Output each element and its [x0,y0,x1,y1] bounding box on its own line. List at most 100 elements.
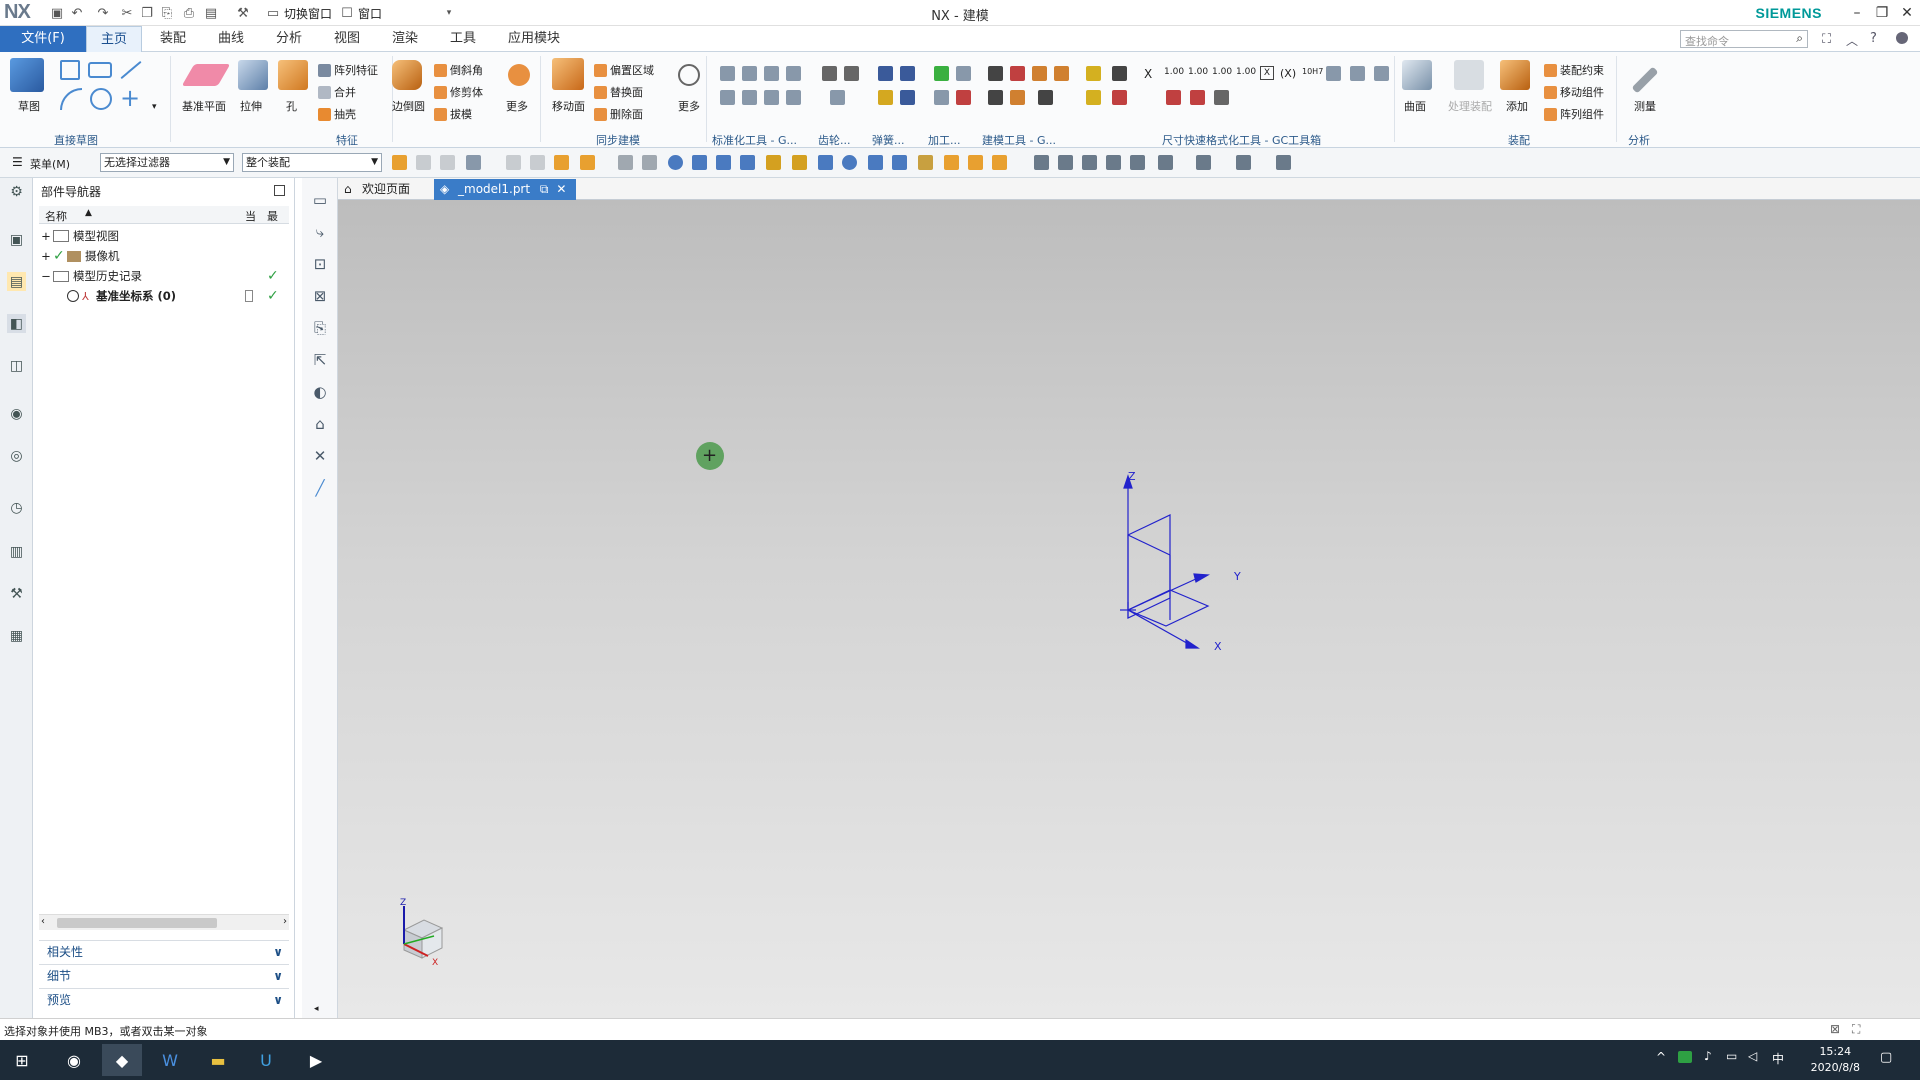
snap-icon-5[interactable] [766,155,781,170]
surface-icon[interactable] [1402,60,1432,90]
hole-button[interactable]: 孔 [286,98,297,114]
unite-button[interactable]: 合并 [318,84,356,100]
modeling-tool-icon-2[interactable] [1010,66,1025,81]
customize-dropdown-icon[interactable]: ▾ [440,4,458,22]
modeling-tool-icon-6[interactable] [1010,90,1025,105]
gear-tool-icon-2[interactable] [844,66,859,81]
modeling-tool-icon-1[interactable] [988,66,1003,81]
sketch-more-icon[interactable]: ▾ [152,102,157,112]
scroll-right-icon[interactable]: › [283,916,287,927]
taskbar-app-wps-icon[interactable]: W [150,1044,190,1076]
select-icon-8[interactable] [580,155,595,170]
section-dependencies[interactable]: 相关性 ∨ [39,940,289,962]
expand-icon[interactable]: + [39,249,53,263]
taskbar-app-nx-icon[interactable]: ◆ [102,1044,142,1076]
dim-tool-icon-1[interactable] [1086,66,1101,81]
point-icon[interactable]: + [120,84,140,112]
gc-tool-icon-5[interactable] [720,90,735,105]
tab-model-part[interactable]: ◈ _model1.prt ⧉ ✕ [434,179,577,200]
dim-paren-x-button[interactable]: (X) [1280,67,1296,80]
add-component-button[interactable]: 添加 [1506,98,1528,114]
sketch-icon[interactable] [10,58,44,92]
dim-tool-icon-6[interactable] [1350,66,1365,81]
select-icon-10[interactable] [642,155,657,170]
dim-tool-icon-3[interactable] [1112,66,1127,81]
assembly-constraints-button[interactable]: 装配约束 [1544,62,1604,78]
expand-icon[interactable]: + [39,229,53,243]
chamfer-button[interactable]: 倒斜角 [434,62,483,78]
dim-box-x-icon[interactable]: X [1260,66,1274,80]
spring-tool-icon-1[interactable] [878,66,893,81]
tab-home[interactable]: 主页 [86,26,142,52]
tab-welcome-page[interactable]: ⌂ 欢迎页面 [338,179,420,200]
taskbar-app-recorder-icon[interactable]: ▶ [296,1044,336,1076]
machining-tool-icon-1[interactable] [934,66,949,81]
hole-icon[interactable] [278,60,308,90]
profile-icon[interactable] [60,60,80,80]
gc-tool-icon-6[interactable] [742,90,757,105]
draft-button[interactable]: 拔模 [434,106,472,122]
tab-applications[interactable]: 应用模块 [494,26,574,52]
dim-x-button[interactable]: X [1144,67,1152,81]
taskbar-app-video-icon[interactable]: ◉ [54,1044,94,1076]
snap-icon-9[interactable] [868,155,883,170]
selection-status-icon[interactable]: ⊠ [1830,1022,1840,1036]
dim-tool-icon-7[interactable] [1374,66,1389,81]
tray-volume-icon[interactable]: ◁ [1748,1049,1757,1063]
tray-mic-icon[interactable]: ♪ [1704,1049,1712,1063]
pattern-component-button[interactable]: 阵列组件 [1544,106,1604,122]
gc-tool-icon-1[interactable] [720,66,735,81]
window-layout-icon[interactable]: ▭ [310,190,330,210]
tab-tools[interactable]: 工具 [436,26,490,52]
column-current-header[interactable]: 当 [245,208,256,224]
maximize-panel-icon[interactable] [274,185,285,196]
add-component-icon[interactable] [1500,60,1530,90]
popout-icon[interactable]: ⧉ [540,182,549,196]
surface-button[interactable]: 曲面 [1404,98,1426,114]
select-icon-7[interactable] [554,155,569,170]
repeat-command-icon[interactable]: ⎙ [180,4,198,22]
save-icon[interactable]: ▣ [48,4,66,22]
tray-ime-indicator[interactable]: 中 [1772,1050,1784,1067]
select-icon-3[interactable] [440,155,455,170]
snap-icon-6[interactable] [792,155,807,170]
menu-icon[interactable]: ☰ [12,155,23,169]
view-icon-3[interactable] [1082,155,1097,170]
snap-icon-10[interactable] [892,155,907,170]
taskbar-app-explorer-icon[interactable]: ▬ [198,1044,238,1076]
dim-tool-icon-8[interactable] [1166,90,1181,105]
spring-tool-icon-2[interactable] [900,66,915,81]
taskbar-clock[interactable]: 15:24 2020/8/8 [1811,1044,1860,1076]
rectangle-icon[interactable] [88,62,112,78]
snap-icon-4[interactable] [740,155,755,170]
tree-node-model-views[interactable]: + 模型视图 [39,226,289,246]
switch-window-button[interactable]: 切换窗口 [284,5,332,22]
line-icon[interactable] [120,60,142,80]
snap-icon-2[interactable] [692,155,707,170]
sketch-view-icon[interactable]: ⤷ [310,222,330,242]
gc-tool-icon-8[interactable] [786,90,801,105]
minimize-icon[interactable]: – [1846,2,1868,24]
select-icon-4[interactable] [466,155,481,170]
shell-button[interactable]: 抽壳 [318,106,356,122]
snap-icon-1[interactable] [668,155,683,170]
modeling-tool-icon-7[interactable] [1038,90,1053,105]
snap-icon-3[interactable] [716,155,731,170]
collapse-ribbon-icon[interactable]: ︿ [1846,32,1858,49]
dim-tool-icon-4[interactable] [1112,90,1127,105]
tray-chevron-up-icon[interactable]: ^ [1656,1050,1666,1064]
cut-icon[interactable]: ✂ [118,4,136,22]
gc-tool-icon-3[interactable] [764,66,779,81]
select-icon-1[interactable] [392,155,407,170]
snap-icon-11[interactable] [918,155,933,170]
move-face-button[interactable]: 移动面 [552,98,585,114]
gc-tool-icon-2[interactable] [742,66,757,81]
tree-node-model-history[interactable]: − 模型历史记录 ✓ [39,266,289,286]
dim-tool-icon-9[interactable] [1190,90,1205,105]
modeling-tool-icon-4[interactable] [1054,66,1069,81]
scrollbar-thumb[interactable] [57,918,217,928]
status-orb-icon[interactable] [1896,32,1908,44]
pattern-feature-button[interactable]: 阵列特征 [318,62,378,78]
eye-icon[interactable] [67,290,79,302]
home-icon[interactable]: ⌂ [310,414,330,434]
